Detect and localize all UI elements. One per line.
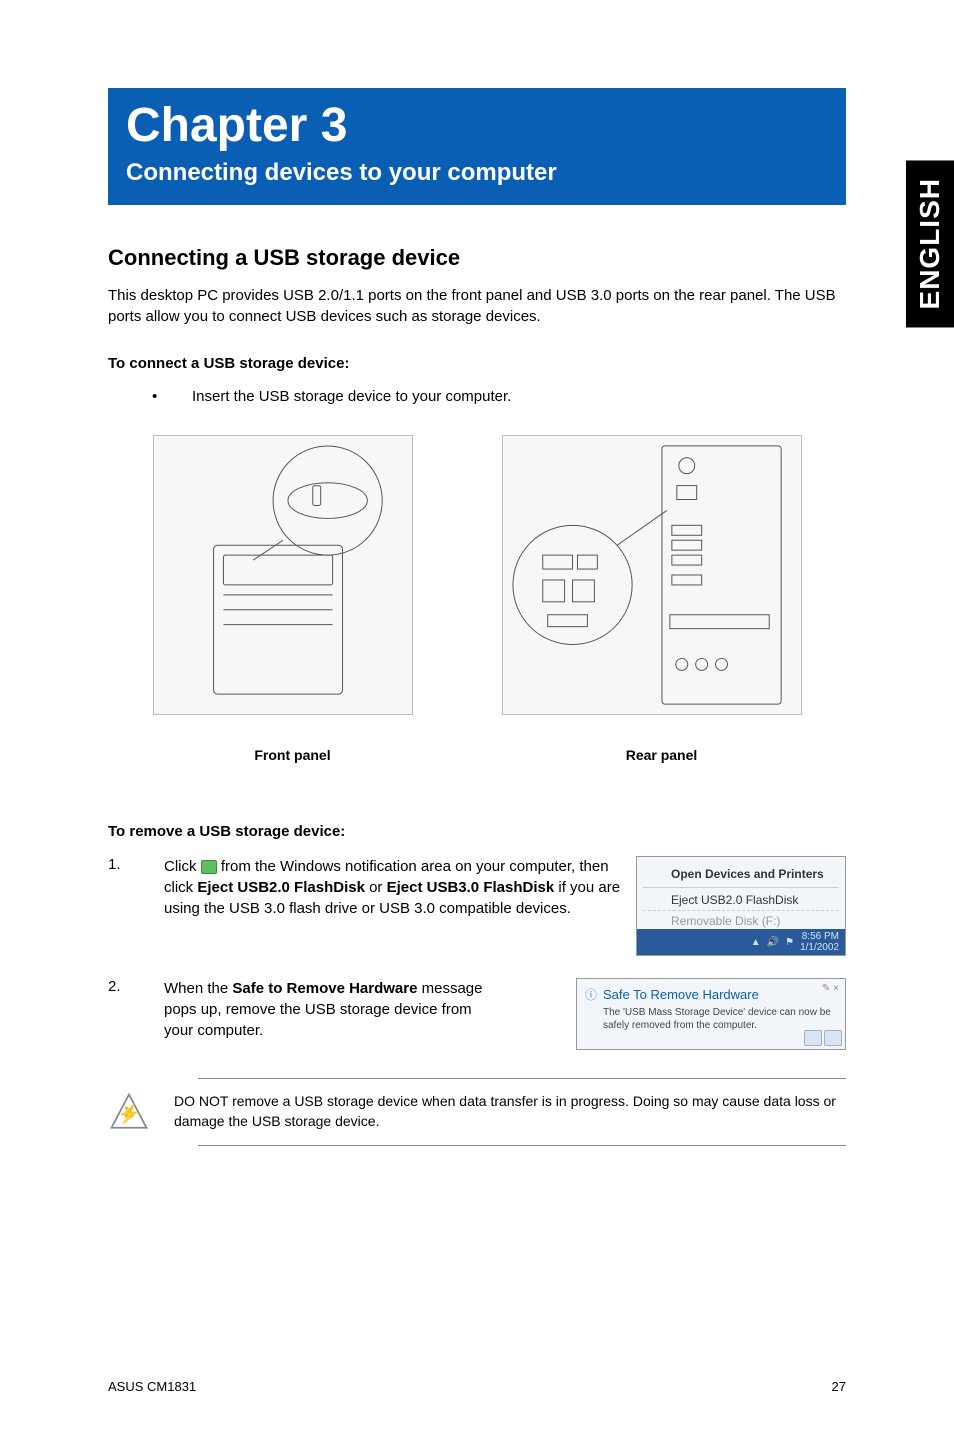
removable-disk-item: Removable Disk (F:) xyxy=(643,910,839,931)
intro-text: This desktop PC provides USB 2.0/1.1 por… xyxy=(108,285,846,327)
eject-menu-screenshot: Open Devices and Printers Eject USB2.0 F… xyxy=(636,856,846,956)
chapter-number: Chapter 3 xyxy=(126,98,828,153)
step-1-number: 1. xyxy=(108,856,164,873)
remove-subheading: To remove a USB storage device: xyxy=(108,823,846,840)
diagram-captions: Front panel Rear panel xyxy=(108,747,846,763)
tray-button-icon xyxy=(824,1030,842,1046)
rear-panel-diagram xyxy=(502,435,802,729)
front-panel-diagram xyxy=(153,435,413,729)
step-2-row: 2. When the Safe to Remove Hardware mess… xyxy=(108,978,846,1050)
svg-text:⚡: ⚡ xyxy=(117,1102,141,1125)
connect-step-row: • Insert the USB storage device to your … xyxy=(152,388,846,405)
step-2-number: 2. xyxy=(108,978,164,995)
language-tab: ENGLISH xyxy=(906,160,954,327)
front-panel-label: Front panel xyxy=(143,747,443,763)
front-panel-illustration xyxy=(154,435,412,715)
tooltip-tray xyxy=(801,1027,845,1049)
footer-model: ASUS CM1831 xyxy=(108,1379,196,1394)
section-heading: Connecting a USB storage device xyxy=(108,245,846,271)
safe-remove-tooltip: ✎ × Safe To Remove Hardware The 'USB Mas… xyxy=(576,978,846,1050)
tray-icon: ⚑ xyxy=(785,937,794,948)
warning-callout: ⚡ DO NOT remove a USB storage device whe… xyxy=(198,1078,846,1146)
tray-eject-icon xyxy=(201,860,217,874)
chapter-subtitle: Connecting devices to your computer xyxy=(126,159,828,187)
footer-page-number: 27 xyxy=(832,1379,846,1394)
diagram-row xyxy=(108,435,846,729)
open-devices-item: Open Devices and Printers xyxy=(643,863,839,888)
rear-panel-label: Rear panel xyxy=(512,747,812,763)
connect-step-text: Insert the USB storage device to your co… xyxy=(192,388,511,405)
tray-button-icon xyxy=(804,1030,822,1046)
warning-icon: ⚡ xyxy=(108,1091,150,1133)
step-2-text: When the Safe to Remove Hardware message… xyxy=(164,978,504,1041)
warning-text: DO NOT remove a USB storage device when … xyxy=(174,1092,846,1131)
tray-time: 8:56 PM xyxy=(800,931,839,942)
tray-icon: 🔊 xyxy=(767,937,779,948)
page-footer: ASUS CM1831 27 xyxy=(108,1379,846,1394)
connect-subheading: To connect a USB storage device: xyxy=(108,355,846,372)
rear-panel-illustration xyxy=(503,435,801,715)
step-1-text: Click from the Windows notification area… xyxy=(164,856,636,919)
system-tray: ▲ 🔊 ⚑ 8:56 PM 1/1/2002 xyxy=(637,929,845,955)
chapter-banner: Chapter 3 Connecting devices to your com… xyxy=(108,88,846,205)
step-1-row: 1. Click from the Windows notification a… xyxy=(108,856,846,956)
tray-date: 1/1/2002 xyxy=(800,942,839,953)
bullet-icon: • xyxy=(152,388,192,405)
tooltip-title: Safe To Remove Hardware xyxy=(583,985,839,1004)
eject-flashdisk-item: Eject USB2.0 FlashDisk xyxy=(643,890,839,910)
tray-icon: ▲ xyxy=(751,937,761,948)
